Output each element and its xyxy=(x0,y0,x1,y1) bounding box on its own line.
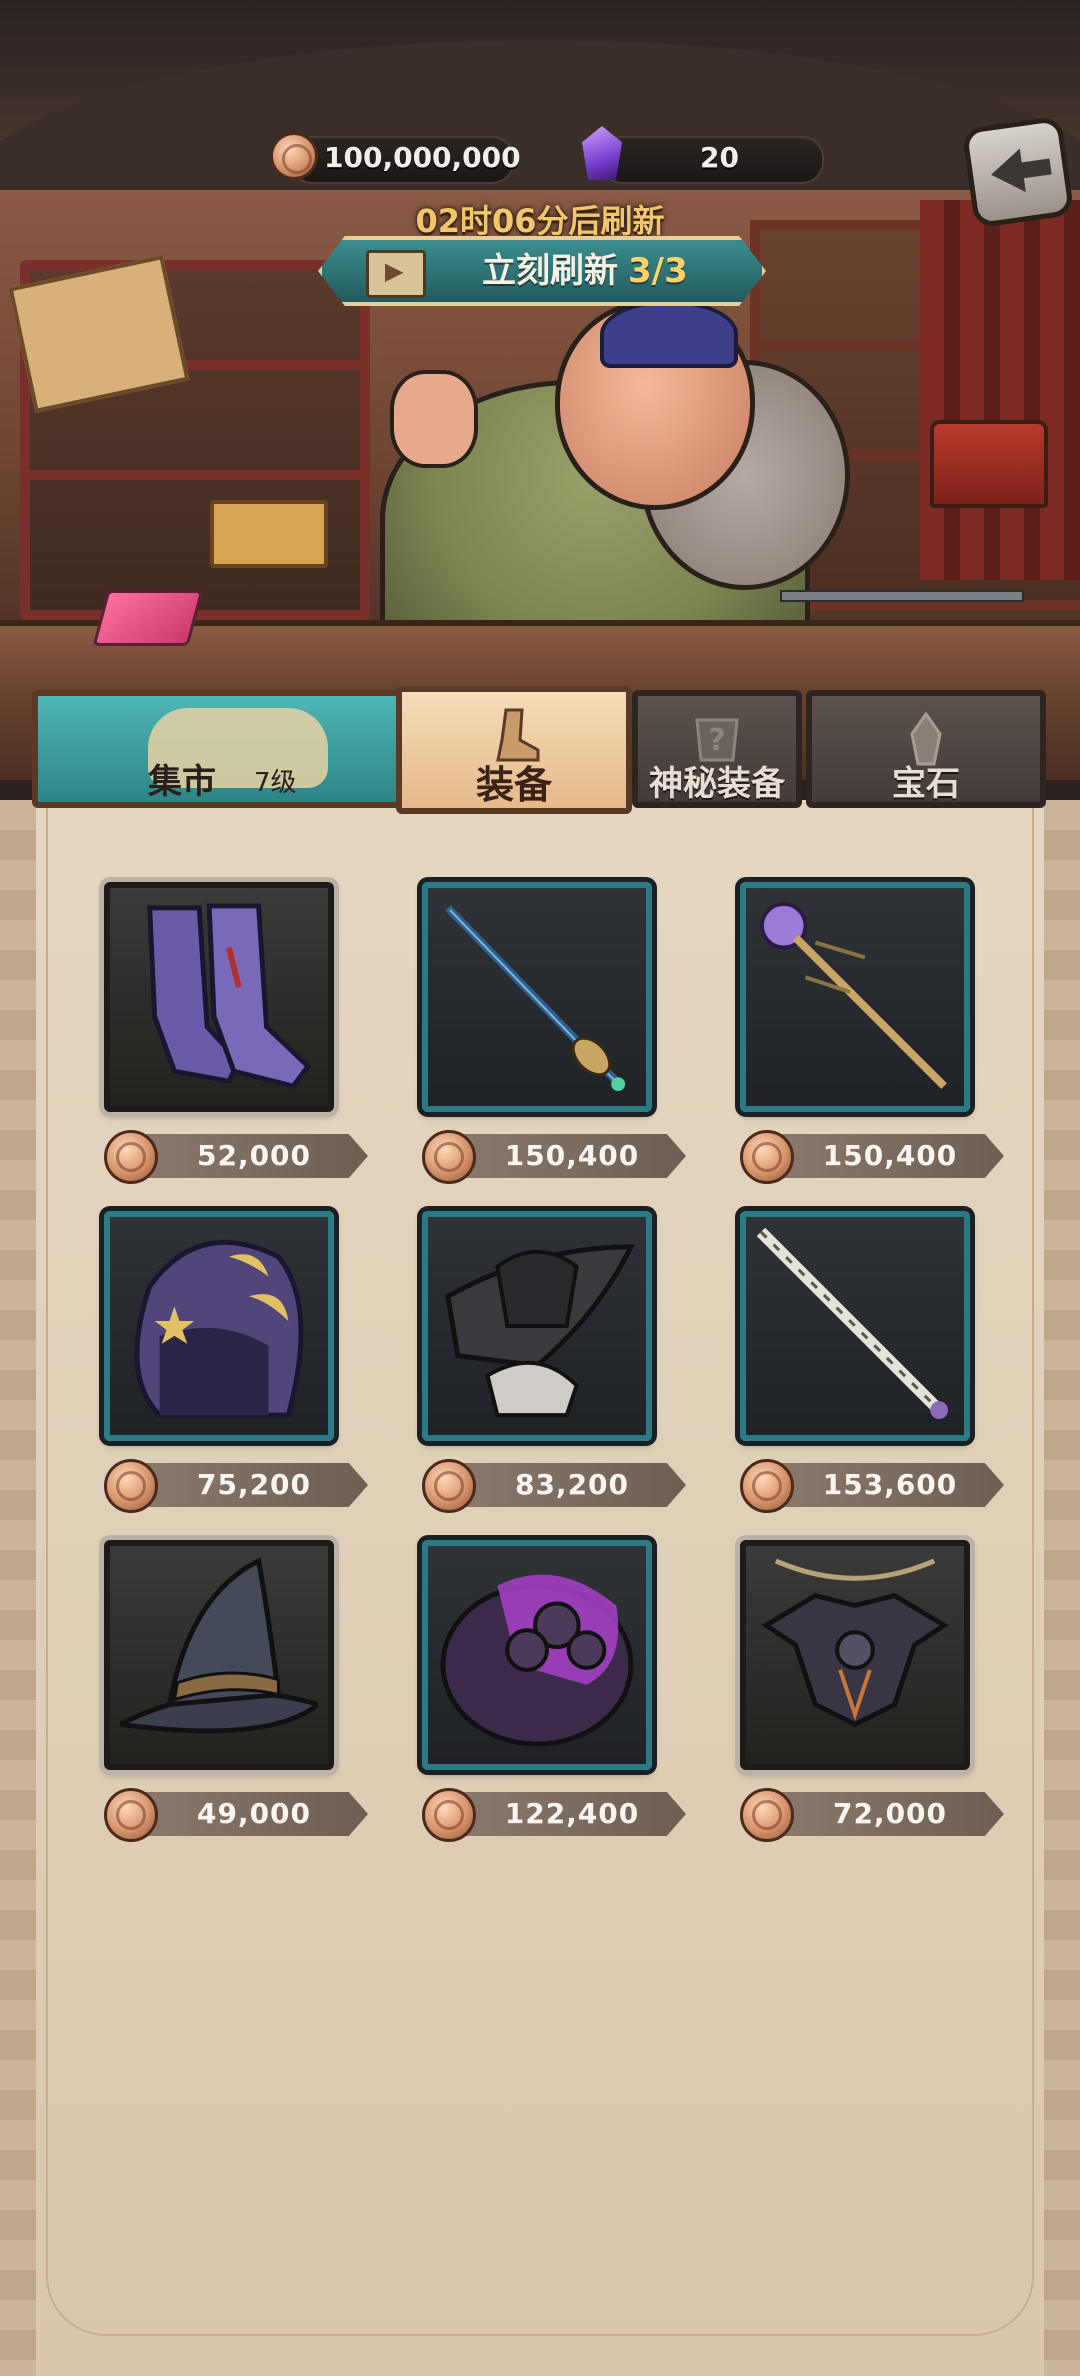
item-slot[interactable] xyxy=(740,1211,970,1441)
tab-gems[interactable]: 宝石 xyxy=(806,690,1046,808)
market-level: 7级 xyxy=(254,768,297,798)
coin-icon xyxy=(740,1788,794,1842)
price-value: 52,000 xyxy=(196,1139,312,1172)
refresh-count: 3/3 xyxy=(628,251,688,291)
bat-amulet-icon xyxy=(756,1556,954,1754)
market-label: 集市 xyxy=(148,762,216,802)
orb-staff-icon xyxy=(756,898,954,1096)
price-value: 153,600 xyxy=(822,1468,958,1501)
price-tag: 83,200 xyxy=(422,1459,692,1513)
spear-prop xyxy=(780,590,1024,602)
shop-item[interactable]: 52,000 xyxy=(104,882,368,1242)
coin-icon xyxy=(740,1459,794,1513)
item-slot[interactable] xyxy=(104,1211,334,1441)
price-value: 150,400 xyxy=(822,1139,958,1172)
coin-icon xyxy=(422,1788,476,1842)
price-value: 49,000 xyxy=(196,1797,312,1830)
tab-mystery-label: 神秘装备 xyxy=(649,764,785,804)
shop-tabs: 集市 7级 装备 ? 神秘装备 宝石 xyxy=(0,686,1080,820)
treasure-chest xyxy=(930,420,1048,508)
item-slot[interactable] xyxy=(422,882,652,1112)
black-tricorn-hat-icon xyxy=(438,1227,636,1425)
coin-icon xyxy=(740,1130,794,1184)
crescent-hood-icon xyxy=(120,1227,318,1425)
tab-equipment-label: 装备 xyxy=(475,763,552,807)
refresh-now-button[interactable]: 立刻刷新3/3 xyxy=(318,236,766,306)
merchant-hand xyxy=(390,370,478,468)
coin-icon xyxy=(104,1130,158,1184)
pink-gem-prop xyxy=(92,590,204,646)
purple-gauntlet-icon xyxy=(438,1556,636,1754)
item-slot[interactable] xyxy=(104,1540,334,1770)
coin-amount: 100,000,000 xyxy=(324,141,521,174)
item-slot[interactable] xyxy=(104,882,334,1112)
shop-item[interactable]: 150,400 xyxy=(422,882,686,1242)
tab-equipment[interactable]: 装备 xyxy=(396,686,632,814)
tab-gems-label: 宝石 xyxy=(892,764,960,804)
merchant-hat xyxy=(600,300,738,368)
coin-icon xyxy=(422,1130,476,1184)
price-tag: 150,400 xyxy=(422,1130,692,1184)
blue-wand-icon xyxy=(438,898,636,1096)
coin-icon xyxy=(270,132,318,180)
market-level-banner: 集市 7级 xyxy=(32,690,402,808)
item-slot[interactable] xyxy=(422,1540,652,1770)
shop-item[interactable]: 153,600 xyxy=(740,1211,1004,1571)
shop-item[interactable]: 122,400 xyxy=(422,1540,686,1900)
price-value: 75,200 xyxy=(196,1468,312,1501)
item-slot[interactable] xyxy=(740,882,970,1112)
price-tag: 49,000 xyxy=(104,1788,374,1842)
item-slot[interactable] xyxy=(740,1540,970,1770)
shop-item[interactable]: 83,200 xyxy=(422,1211,686,1571)
shop-item[interactable]: 72,000 xyxy=(740,1540,1004,1900)
coin-icon xyxy=(104,1459,158,1513)
red-curtain xyxy=(920,200,1080,580)
refresh-button-label: 立刻刷新 xyxy=(482,251,618,291)
price-tag: 52,000 xyxy=(104,1130,374,1184)
tab-mystery-equipment[interactable]: ? 神秘装备 xyxy=(632,690,802,808)
shop-item[interactable]: 49,000 xyxy=(104,1540,368,1900)
bone-wand-icon xyxy=(756,1227,954,1425)
coin-icon xyxy=(104,1788,158,1842)
wizard-hat-icon xyxy=(111,1556,324,1754)
price-tag: 153,600 xyxy=(740,1459,1010,1513)
price-value: 122,400 xyxy=(504,1797,640,1830)
purple-boots-icon xyxy=(120,898,318,1096)
refresh-timer: 02时06分后刷新 xyxy=(415,202,665,240)
svg-text:?: ? xyxy=(708,723,725,758)
video-ad-icon xyxy=(366,250,426,298)
price-value: 150,400 xyxy=(504,1139,640,1172)
coin-icon xyxy=(422,1459,476,1513)
price-tag: 150,400 xyxy=(740,1130,1010,1184)
price-tag: 75,200 xyxy=(104,1459,374,1513)
shop-scene xyxy=(0,0,1080,780)
item-slot[interactable] xyxy=(422,1211,652,1441)
shop-item[interactable]: 75,200 xyxy=(104,1211,368,1571)
price-value: 83,200 xyxy=(514,1468,630,1501)
price-value: 72,000 xyxy=(832,1797,948,1830)
price-tag: 122,400 xyxy=(422,1788,692,1842)
crate xyxy=(210,500,328,568)
gem-amount: 20 xyxy=(700,141,739,174)
price-tag: 72,000 xyxy=(740,1788,1010,1842)
shop-item[interactable]: 150,400 xyxy=(740,882,1004,1242)
